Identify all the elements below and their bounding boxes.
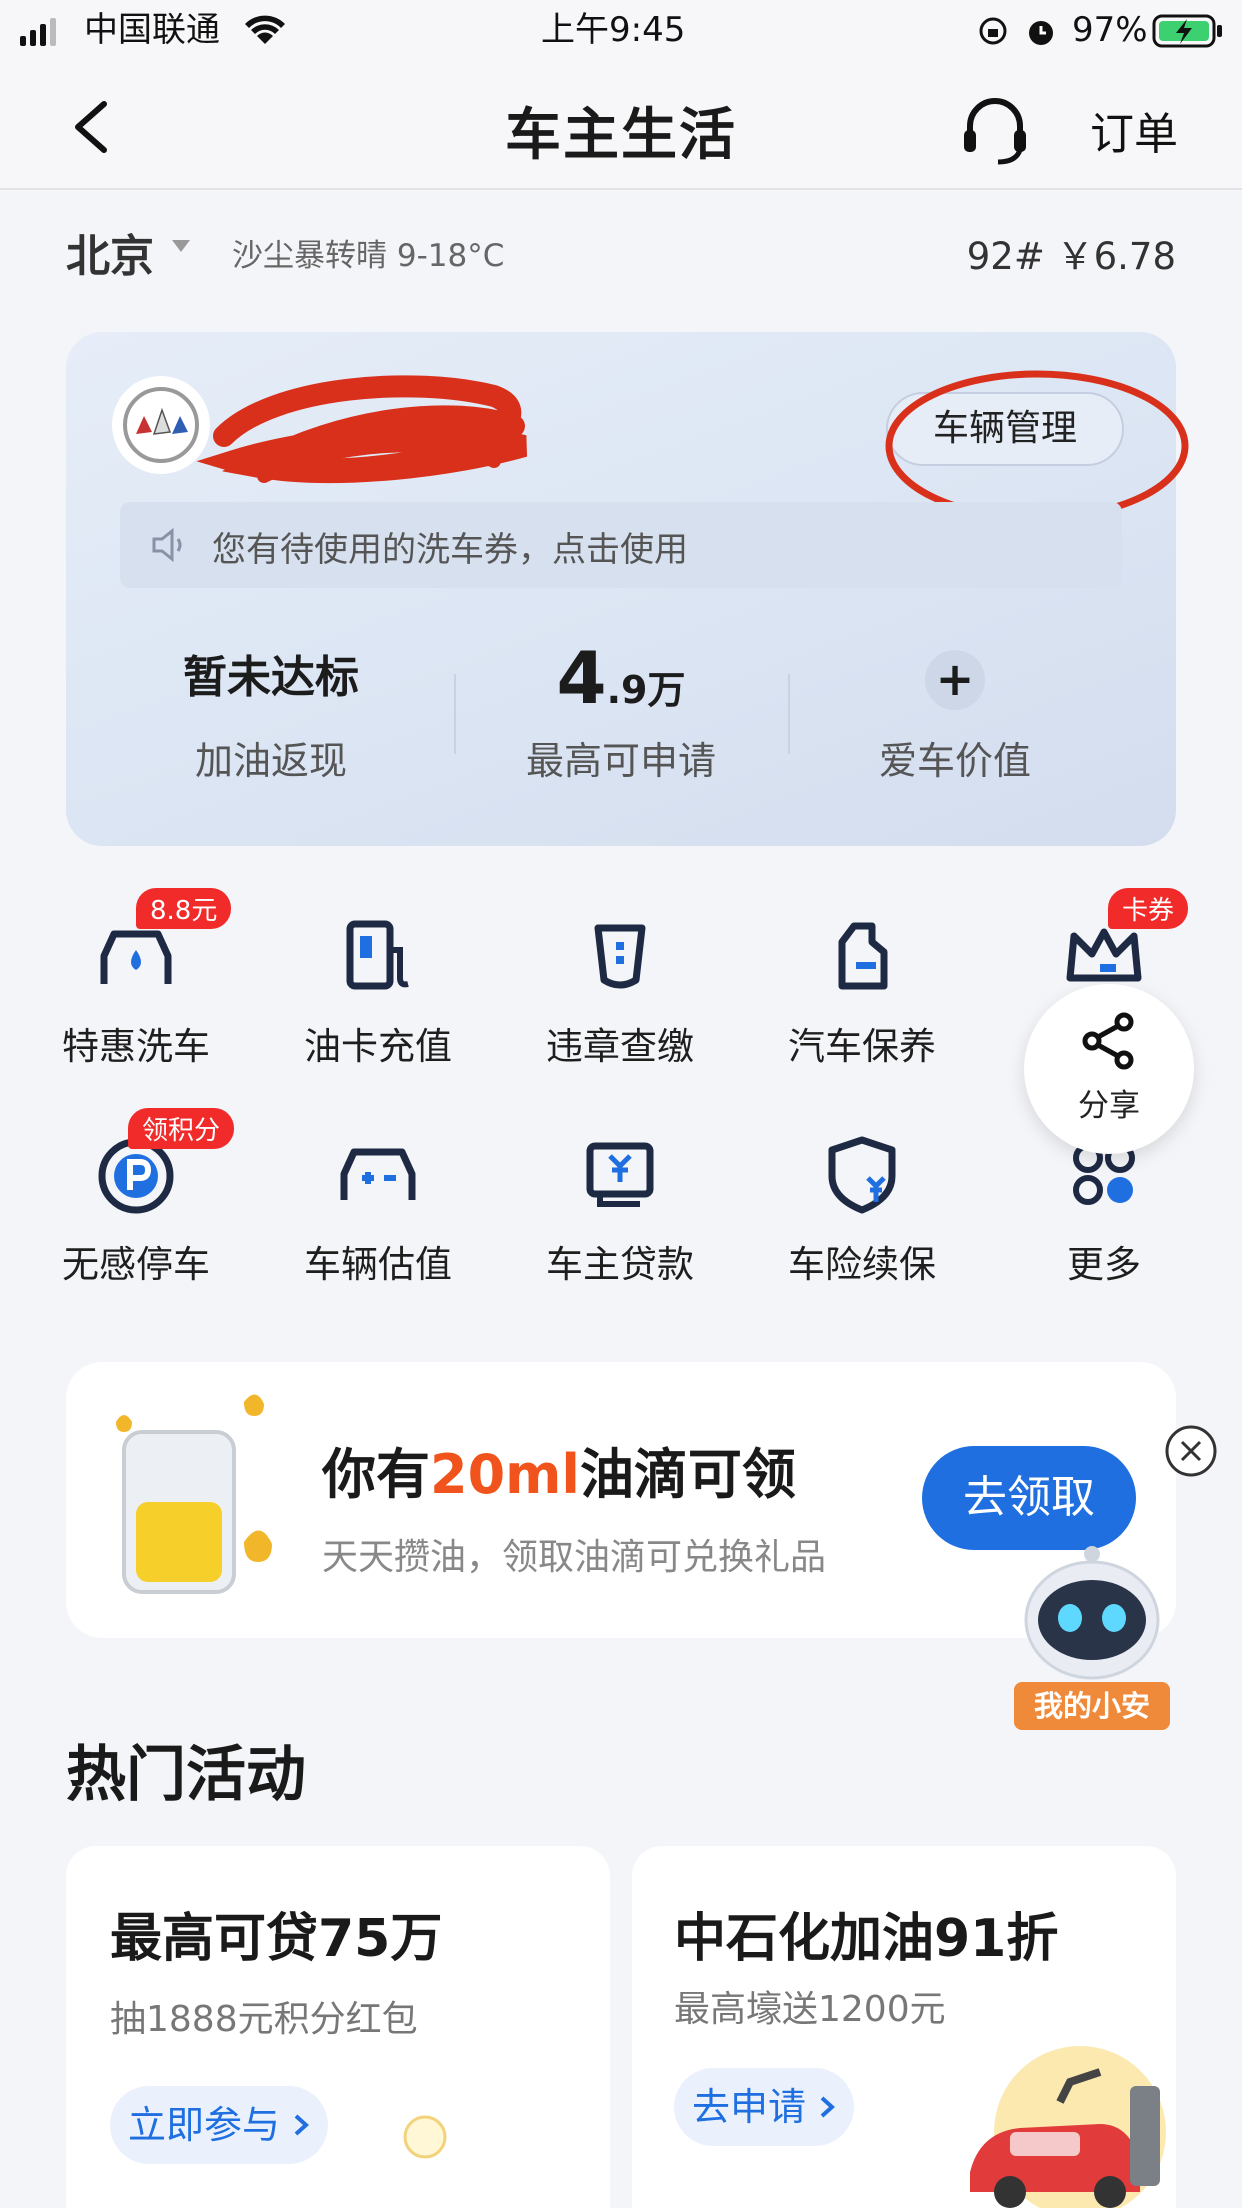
coupon-notice-bar[interactable]: 您有待使用的洗车券，点击使用 [120,502,1122,588]
stat-fuel-cashback-label: 加油返现 [194,739,347,783]
service-car-loan[interactable]: 车主贷款 [500,1124,740,1288]
share-button[interactable]: 分享 [1024,984,1194,1154]
robot-assistant-icon [1024,1546,1160,1680]
signal-icon [20,18,56,46]
car-fuel-illustration [970,2046,1166,2208]
assistant-label: 我的小安 [1014,1682,1170,1730]
service-badge: 领积分 [128,1108,235,1149]
activity-card-loan[interactable]: 最高可贷75万 抽1888元积分红包 立即参与 [66,1846,610,2208]
service-label: 违章查缴 [546,1025,694,1068]
service-badge: 卡券 [1108,888,1189,929]
car-valuation-icon [340,1148,416,1200]
oil-bottle-icon [838,922,888,990]
service-label: 油卡充值 [304,1025,452,1068]
loan-icon [586,1142,654,1207]
insurance-shield-icon [828,1136,896,1214]
promo-title-pre: 你有 [322,1443,430,1506]
orders-link[interactable]: 订单 [1090,98,1178,162]
activity-title: 最高可贷75万 [110,1909,443,1969]
service-label: 无感停车 [62,1243,210,1286]
share-icon [1082,1012,1134,1070]
service-badge: 8.8元 [136,888,232,929]
weather-text: 沙尘暴转晴 9-18°C [232,238,505,274]
promo-subtitle: 天天攒油，领取油滴可兑换礼品 [322,1537,827,1578]
fuel-pump-icon [346,920,409,990]
service-violation[interactable]: 违章查缴 [500,906,740,1070]
promo-title: 你有20ml油滴可领 [322,1430,796,1509]
section-title-hot: 热门活动 [66,1740,306,1810]
speaker-icon [152,528,182,562]
carrier-name: 中国联通 [84,10,220,50]
clock: 上午9:45 [541,10,686,50]
service-label: 车主贷款 [546,1243,694,1286]
info-bar: 北京 沙尘暴转晴 9-18°C 92# ￥6.78 [66,220,1176,282]
alarm-icon [1029,21,1053,45]
apply-button[interactable]: 去申请 [674,2068,855,2146]
car-card: 车辆管理 您有待使用的洗车券，点击使用 暂未达标 加油返现 4.9万 最高可申请… [66,332,1189,846]
promo-title-highlight: 20ml [430,1443,580,1506]
share-label: 分享 [1078,1088,1140,1124]
battery-charging-icon [1152,14,1222,48]
stat-max-loan-value-big: 4 [556,636,607,720]
activity-subtitle: 抽1888元积分红包 [110,1999,418,2040]
service-label: 特惠洗车 [62,1025,210,1068]
chevron-right-icon [820,2096,836,2118]
service-label: 更多 [1067,1243,1141,1286]
chevron-right-icon [294,2114,310,2136]
caret-down-icon[interactable] [172,240,190,254]
rotation-lock-icon [979,17,1007,45]
customer-service-icon[interactable] [960,96,1030,166]
service-label: 汽车保养 [788,1025,936,1068]
oil-barrel-icon [116,1394,272,1594]
close-icon[interactable] [1164,1424,1218,1478]
activity-card-fuel[interactable]: 中石化加油91折 最高壕送1200元 去申请 [632,1846,1176,2208]
assistant-widget[interactable]: 我的小安 [1010,1534,1174,1730]
stat-car-value-label: 爱车价值 [878,739,1031,783]
promo-title-post: 油滴可领 [579,1443,796,1506]
add-icon[interactable]: + [925,650,985,710]
coin-icon [403,2115,447,2159]
stat-max-loan-value-small: .9万 [606,668,686,712]
activity-subtitle: 最高壕送1200元 [674,1989,946,2030]
stat-fuel-cashback[interactable]: 暂未达标 加油返现 [104,632,438,785]
activity-title: 中石化加油91折 [674,1909,1059,1969]
wifi-icon [245,15,285,44]
join-button[interactable]: 立即参与 [110,2086,329,2164]
service-insurance[interactable]: 车险续保 [742,1124,982,1288]
fuel-price[interactable]: 92# ￥6.78 [967,226,1176,280]
service-label: 车险续保 [788,1243,936,1286]
traffic-violation-icon [594,924,646,989]
city-selector[interactable]: 北京 [66,220,154,284]
stat-car-value[interactable]: + 爱车价值 [788,632,1122,785]
stat-max-loan-label: 最高可申请 [525,739,716,783]
service-fuel-card[interactable]: 油卡充值 [258,906,498,1070]
redaction-scribble [196,375,528,484]
join-button-label: 立即参与 [128,2103,281,2147]
stat-fuel-cashback-value: 暂未达标 [183,652,359,703]
nav-bar: 车主生活 订单 [0,62,1242,190]
stat-max-loan[interactable]: 4.9万 最高可申请 [454,632,788,785]
service-label: 车辆估值 [304,1243,452,1286]
service-vehicle-valuation[interactable]: 车辆估值 [258,1124,498,1288]
apply-button-label: 去申请 [692,2085,807,2129]
service-maintenance[interactable]: 汽车保养 [742,906,982,1070]
service-car-wash[interactable]: 特惠洗车 [16,906,256,1070]
page-title: 车主生活 [505,103,737,168]
coupon-notice-text: 您有待使用的洗车券，点击使用 [212,530,688,570]
battery-percent: 97% [1072,10,1148,50]
status-bar: 中国联通 上午9:45 97% [0,0,1242,62]
